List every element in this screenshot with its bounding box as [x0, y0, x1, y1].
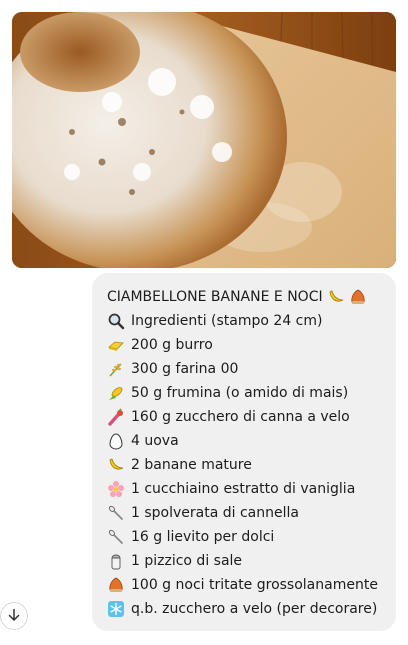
- list-item: 1 pizzico di sale: [107, 549, 396, 573]
- list-item: 4 uova: [107, 429, 396, 453]
- banana-icon: [327, 288, 345, 306]
- item-text: 4 uova: [131, 433, 179, 449]
- item-text: 2 banane mature: [131, 457, 252, 473]
- spoon-icon: [107, 528, 125, 546]
- list-item: 1 spolverata di cannella: [107, 501, 396, 525]
- list-item: 16 g lievito per dolci: [107, 525, 396, 549]
- flower-icon: [107, 480, 125, 498]
- snowflake-icon: [107, 600, 125, 618]
- scroll-down-button[interactable]: [0, 602, 28, 630]
- item-text: 300 g farina 00: [131, 361, 239, 377]
- item-text: 100 g noci tritate grossolanamente: [131, 577, 378, 593]
- salt-shaker-icon: [107, 552, 125, 570]
- message-bubble[interactable]: CIAMBELLONE BANANE E NOCI Ingredienti (s…: [92, 273, 396, 631]
- list-item: Ingredienti (stampo 24 cm): [107, 309, 396, 333]
- item-text: 1 cucchiaino estratto di vaniglia: [131, 481, 356, 497]
- spoon-icon: [107, 504, 125, 522]
- list-item: 50 g frumina (o amido di mais): [107, 381, 396, 405]
- cake-photo[interactable]: [12, 12, 396, 268]
- item-text: 50 g frumina (o amido di mais): [131, 385, 349, 401]
- arrow-down-icon: [7, 607, 21, 626]
- magnifier-icon: [107, 312, 125, 330]
- list-item: 2 banane mature: [107, 453, 396, 477]
- item-text: 200 g burro: [131, 337, 213, 353]
- list-item: 200 g burro: [107, 333, 396, 357]
- sugar-cane-icon: [107, 408, 125, 426]
- butter-icon: [107, 336, 125, 354]
- recipe-title-line: CIAMBELLONE BANANE E NOCI: [107, 285, 396, 309]
- chestnut-icon: [107, 576, 125, 594]
- item-text: q.b. zucchero a velo (per decorare): [131, 601, 378, 617]
- item-text: Ingredienti (stampo 24 cm): [131, 313, 323, 329]
- list-item: 1 cucchiaino estratto di vaniglia: [107, 477, 396, 501]
- chestnut-icon: [349, 288, 367, 306]
- item-text: 160 g zucchero di canna a velo: [131, 409, 350, 425]
- item-text: 1 spolverata di cannella: [131, 505, 299, 521]
- corn-icon: [107, 384, 125, 402]
- egg-icon: [107, 432, 125, 450]
- banana-icon: [107, 456, 125, 474]
- cake-image: [12, 12, 396, 268]
- list-item: q.b. zucchero a velo (per decorare): [107, 597, 396, 621]
- item-text: 16 g lievito per dolci: [131, 529, 275, 545]
- list-item: 160 g zucchero di canna a velo: [107, 405, 396, 429]
- chat-view: CIAMBELLONE BANANE E NOCI Ingredienti (s…: [0, 0, 408, 645]
- list-item: 300 g farina 00: [107, 357, 396, 381]
- list-item: 100 g noci tritate grossolanamente: [107, 573, 396, 597]
- wheat-icon: [107, 360, 125, 378]
- recipe-title: CIAMBELLONE BANANE E NOCI: [107, 289, 323, 305]
- item-text: 1 pizzico di sale: [131, 553, 243, 569]
